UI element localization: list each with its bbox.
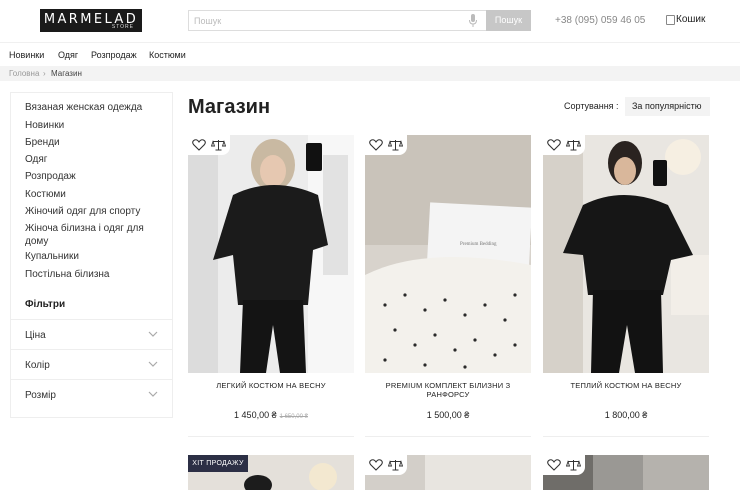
heart-icon[interactable] [547, 459, 561, 471]
price-current: 1 450,00 ₴ [234, 410, 277, 420]
sort-label: Сортування : [564, 101, 619, 111]
product-image[interactable]: Premium Bedding [365, 135, 531, 373]
heart-icon[interactable] [369, 459, 383, 471]
product-card[interactable]: ЛЕГКИЙ КОСТЮМ НА ВЕСНУ 1 450,00 ₴ 1 650,0… [188, 135, 354, 437]
sidebar: Вязаная женская одежда Новинки Бренди Од… [10, 92, 173, 418]
card-actions [365, 135, 407, 155]
card-actions [365, 455, 407, 475]
product-price: 1 500,00 ₴ [365, 410, 531, 420]
product-card[interactable] [543, 455, 709, 490]
mic-icon[interactable] [468, 14, 478, 28]
nav-item-new[interactable]: Новинки [9, 50, 44, 60]
breadcrumb: Головна › Магазин [0, 66, 740, 81]
phone-number[interactable]: +38 (095) 059 46 05 [555, 15, 645, 26]
nav-item-sale[interactable]: Розпродаж [91, 50, 137, 60]
price-old: 1 650,00 ₴ [279, 414, 308, 420]
scale-icon[interactable] [566, 459, 581, 471]
search-button[interactable]: Пошук [486, 10, 531, 31]
filter-price[interactable]: Ціна [11, 319, 172, 349]
sidebar-item-knit[interactable]: Вязаная женская одежда [25, 101, 165, 114]
search-input[interactable] [194, 14, 454, 28]
sidebar-item-clothes[interactable]: Одяг [25, 153, 165, 166]
scale-icon[interactable] [211, 139, 226, 151]
nav-item-clothes[interactable]: Одяг [58, 50, 78, 60]
product-card[interactable]: Premium Bedding PREMIUM КОМПЛЕКТ БІЛИЗНИ… [365, 135, 531, 437]
chevron-down-icon [148, 391, 158, 397]
logo-subtext: STORE [111, 24, 134, 30]
divider [543, 436, 709, 437]
filters-title: Фільтри [25, 299, 66, 310]
scale-icon[interactable] [566, 139, 581, 151]
heart-icon[interactable] [369, 139, 383, 151]
product-price: 1 450,00 ₴ 1 650,00 ₴ [188, 410, 354, 420]
search-box [188, 10, 486, 31]
sort-select[interactable]: За популярністю [625, 97, 710, 116]
filter-color[interactable]: Колір [11, 349, 172, 379]
scale-icon[interactable] [388, 459, 403, 471]
product-card[interactable] [365, 455, 531, 490]
filter-size[interactable]: Розмір [11, 379, 172, 409]
product-name[interactable]: ТЕПЛИЙ КОСТЮМ НА ВЕСНУ [543, 381, 709, 390]
site-logo[interactable]: MARMELAD STORE [40, 9, 142, 32]
sidebar-item-sport[interactable]: Жіночий одяг для спорту [25, 205, 165, 218]
bestseller-badge: ХІТ ПРОДАЖУ [188, 455, 248, 472]
cart-link[interactable]: Кошик [666, 14, 705, 25]
divider [188, 436, 354, 437]
divider [365, 436, 531, 437]
breadcrumb-home[interactable]: Головна [9, 69, 39, 78]
product-card[interactable]: ТЕПЛИЙ КОСТЮМ НА ВЕСНУ 1 800,00 ₴ [543, 135, 709, 437]
sidebar-item-bedding[interactable]: Постільна білизна [25, 268, 165, 281]
price-current: 1 500,00 ₴ [426, 410, 470, 420]
filter-label: Ціна [25, 330, 46, 341]
filter-label: Розмір [25, 390, 56, 401]
heart-icon[interactable] [547, 139, 561, 151]
sidebar-item-lingerie[interactable]: Жіноча білизна і одяг для дому [25, 222, 165, 248]
price-current: 1 800,00 ₴ [604, 410, 648, 420]
page-title: Магазин [188, 96, 271, 118]
svg-text:Premium Bedding: Premium Bedding [460, 242, 497, 247]
site-header: MARMELAD STORE Пошук +38 (095) 059 46 05… [0, 0, 740, 42]
sidebar-item-sale[interactable]: Розпродаж [25, 170, 165, 183]
cart-label: Кошик [676, 14, 706, 25]
sidebar-item-brands[interactable]: Бренди [25, 136, 165, 149]
sidebar-item-suits[interactable]: Костюми [25, 188, 165, 201]
chevron-down-icon [148, 361, 158, 367]
product-card[interactable]: ХІТ ПРОДАЖУ [188, 455, 354, 490]
card-actions [543, 455, 585, 475]
heart-icon[interactable] [192, 139, 206, 151]
scale-icon[interactable] [388, 139, 403, 151]
main-nav: Новинки Одяг Розпродаж Костюми [0, 42, 740, 66]
card-actions [188, 135, 230, 155]
product-image[interactable] [543, 135, 709, 373]
breadcrumb-separator: › [43, 69, 46, 78]
filter-label: Колір [25, 360, 50, 371]
product-price: 1 800,00 ₴ [543, 410, 709, 420]
product-name[interactable]: PREMIUM КОМПЛЕКТ БІЛИЗНИ З РАНФОРСУ [365, 381, 531, 399]
product-image[interactable] [188, 135, 354, 373]
breadcrumb-current: Магазин [51, 69, 82, 78]
cart-icon [666, 14, 675, 25]
sidebar-item-new[interactable]: Новинки [25, 119, 165, 132]
product-name[interactable]: ЛЕГКИЙ КОСТЮМ НА ВЕСНУ [188, 381, 354, 390]
card-actions [543, 135, 585, 155]
chevron-down-icon [148, 331, 158, 337]
nav-item-suits[interactable]: Костюми [149, 50, 186, 60]
sidebar-item-swimwear[interactable]: Купальники [25, 250, 165, 263]
